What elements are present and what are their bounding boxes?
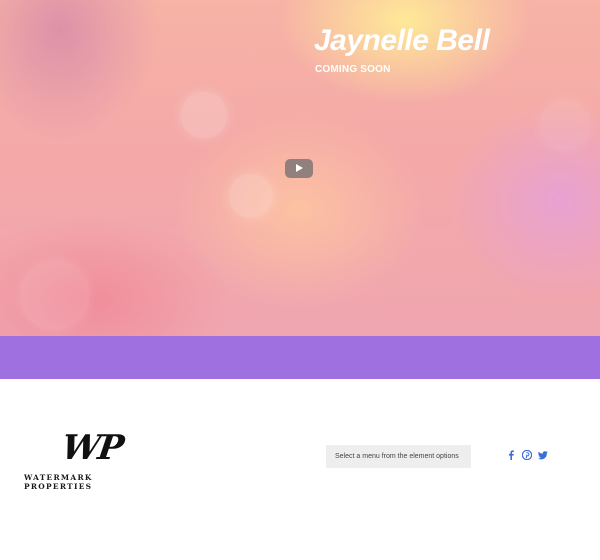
logo[interactable]: WP WATERMARK PROPERTIES: [24, 428, 154, 491]
purple-band: [0, 336, 600, 379]
menu-select[interactable]: Select a menu from the element options: [326, 445, 471, 468]
bokeh-light: [229, 174, 273, 218]
facebook-icon[interactable]: [506, 449, 516, 461]
hero-subtitle: COMING SOON: [315, 64, 391, 75]
social-links: [506, 449, 548, 461]
hero-title: Jaynelle Bell: [314, 24, 490, 57]
hero-banner: Jaynelle Bell COMING SOON: [0, 0, 600, 336]
bokeh-light: [181, 92, 227, 138]
logo-text: WATERMARK PROPERTIES: [24, 473, 93, 491]
bokeh-light: [20, 260, 90, 330]
twitter-icon[interactable]: [538, 449, 548, 461]
play-icon[interactable]: [285, 159, 313, 178]
pinterest-icon[interactable]: [522, 449, 532, 461]
bokeh-light: [540, 100, 590, 150]
logo-mark: WP: [59, 428, 125, 468]
